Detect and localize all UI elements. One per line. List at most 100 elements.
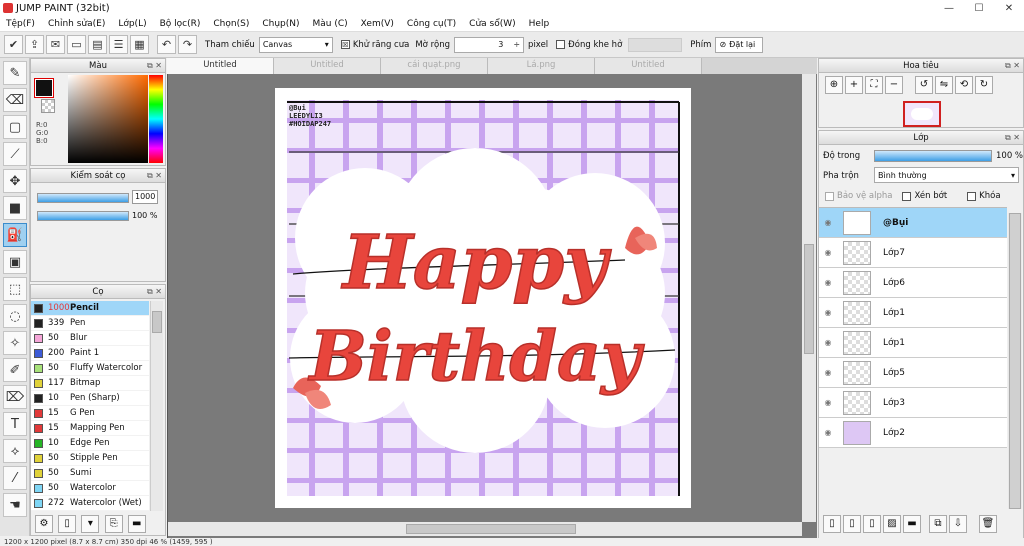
antialias-checkbox[interactable]: ☒ — [340, 40, 350, 49]
menu-capture[interactable]: Chụp(N) — [262, 19, 299, 29]
new-layer-3-icon[interactable]: ▯ — [863, 515, 881, 533]
layer-list-scrollbar[interactable] — [1008, 213, 1022, 509]
clipping-checkbox[interactable] — [902, 191, 912, 201]
hue-slider[interactable] — [149, 75, 163, 163]
brush-item[interactable]: 10 Pen (Sharp) — [31, 391, 149, 406]
brush-size-input[interactable]: 1000 — [132, 190, 158, 204]
rotate-right-icon[interactable]: ↻ — [975, 76, 993, 94]
color-picker-square[interactable] — [68, 75, 148, 163]
divide-tool-icon[interactable]: ⟡ — [3, 439, 27, 463]
brush-settings-icon[interactable]: ⚙ — [35, 515, 53, 533]
visibility-icon[interactable]: ◉ — [819, 218, 837, 227]
bucket-tool-icon[interactable]: ⛽ — [3, 223, 27, 247]
grid-icon[interactable]: ▦ — [130, 35, 149, 54]
text-tool-icon[interactable]: T — [3, 412, 27, 436]
marquee-tool-icon[interactable]: ⬚ — [3, 277, 27, 301]
brush-item[interactable]: 50 Fluffy Watercolor — [31, 361, 149, 376]
hand-tool-icon[interactable]: ☚ — [3, 493, 27, 517]
visibility-icon[interactable]: ◉ — [819, 368, 837, 377]
fill-rect-tool-icon[interactable]: ■ — [3, 196, 27, 220]
comment-icon[interactable]: ✉ — [46, 35, 65, 54]
brush-tool-icon[interactable]: ✎ — [3, 61, 27, 85]
zoom-fit-icon[interactable]: ⊕ — [825, 76, 843, 94]
menu-edit[interactable]: Chỉnh sửa(E) — [48, 19, 105, 29]
new-layer-icon[interactable]: ▯ — [823, 515, 841, 533]
flip-icon[interactable]: ⇋ — [935, 76, 953, 94]
close-button[interactable]: ✕ — [994, 0, 1024, 17]
gradient-tool-icon[interactable]: ▣ — [3, 250, 27, 274]
layer-row[interactable]: ◉ Lớp6 — [819, 268, 1007, 298]
navigator-preview[interactable] — [903, 101, 941, 127]
maximize-button[interactable]: ☐ — [964, 0, 994, 17]
brush-item[interactable]: 339 Pen — [31, 316, 149, 331]
layer-row[interactable]: ◉ Lớp1 — [819, 298, 1007, 328]
panel-controls-icon[interactable]: ⧉ ✕ — [147, 285, 162, 299]
brush-list-scrollbar[interactable] — [150, 301, 163, 511]
select-eraser-tool-icon[interactable]: ⌦ — [3, 385, 27, 409]
eraser-tool-icon[interactable]: ⌫ — [3, 88, 27, 112]
menu-color[interactable]: Màu (C) — [313, 19, 348, 29]
layer-row[interactable]: ◉ Lớp5 — [819, 358, 1007, 388]
tone-layer-icon[interactable]: ▨ — [883, 515, 901, 533]
protect-alpha-checkbox[interactable] — [825, 191, 834, 201]
menu-filter[interactable]: Bộ lọc(R) — [160, 19, 201, 29]
brush-item[interactable]: 200 Paint 1 — [31, 346, 149, 361]
menu-view[interactable]: Xem(V) — [361, 19, 394, 29]
brush-folder-icon[interactable]: ▬ — [127, 515, 146, 533]
copy-brush-icon[interactable]: ⎘ — [104, 515, 123, 533]
reset-view-icon[interactable]: ⟲ — [955, 76, 973, 94]
menu-file[interactable]: Tệp(F) — [6, 19, 35, 29]
minimize-button[interactable]: — — [934, 0, 964, 17]
tab-la[interactable]: Lá.png — [488, 58, 595, 74]
document-canvas[interactable]: Happy Birthday @Bụi LEEDYLI3 #HOIDAP247 — [275, 88, 691, 508]
layer-row[interactable]: ◉ Lớp3 — [819, 388, 1007, 418]
lasso-tool-icon[interactable]: ◌ — [3, 304, 27, 328]
line-tool-icon[interactable]: ⟋ — [3, 142, 27, 166]
tab-untitled-2[interactable]: Untitled — [274, 58, 381, 74]
brush-item[interactable]: 50 Stipple Pen — [31, 451, 149, 466]
reference-select[interactable]: Canvas ▾ — [258, 36, 333, 53]
panel-controls-icon[interactable]: ⧉ ✕ — [147, 59, 162, 73]
layer-row[interactable]: ◉ Lớp2 — [819, 418, 1007, 448]
rotate-left-icon[interactable]: ↺ — [915, 76, 933, 94]
visibility-icon[interactable]: ◉ — [819, 428, 837, 437]
reset-button[interactable]: ⊘ Đặt lại — [715, 36, 764, 53]
menu-help[interactable]: Help — [529, 19, 550, 29]
redo-icon[interactable]: ↷ — [178, 35, 197, 54]
canvas-vertical-scrollbar[interactable] — [802, 74, 816, 522]
menu-select[interactable]: Chọn(S) — [213, 19, 249, 29]
close-gap-checkbox[interactable] — [556, 40, 566, 49]
lock-checkbox[interactable] — [967, 191, 977, 201]
visibility-icon[interactable]: ◉ — [819, 338, 837, 347]
tab-untitled-3[interactable]: Untitled — [595, 58, 702, 74]
brush-opacity-slider[interactable] — [37, 211, 129, 221]
zoom-in-icon[interactable]: + — [845, 76, 863, 94]
tab-untitled-1[interactable]: Untitled — [167, 58, 274, 74]
move-tool-icon[interactable]: ✥ — [3, 169, 27, 193]
check-icon[interactable]: ✔ — [4, 35, 23, 54]
panel-controls-icon[interactable]: ⧉ ✕ — [1005, 59, 1020, 73]
undo-icon[interactable]: ↶ — [157, 35, 176, 54]
delete-layer-icon[interactable]: 🗑 — [979, 515, 997, 533]
new-brush-icon[interactable]: ▯ — [58, 515, 77, 533]
menu-tools[interactable]: Công cụ(T) — [407, 19, 456, 29]
visibility-icon[interactable]: ◉ — [819, 278, 837, 287]
zoom-actual-icon[interactable]: ⛶ — [865, 76, 883, 94]
brush-item[interactable]: 272 Watercolor (Wet) — [31, 496, 149, 511]
background-color-swatch[interactable] — [41, 99, 55, 113]
close-gap-slider[interactable] — [628, 37, 683, 52]
brush-menu-icon[interactable]: ▾ — [81, 515, 100, 533]
screen-icon[interactable]: ▭ — [67, 35, 86, 54]
export-icon[interactable]: ⇪ — [25, 35, 44, 54]
brush-item[interactable]: 1000 Pencil — [31, 301, 149, 316]
brush-item[interactable]: 15 Mapping Pen — [31, 421, 149, 436]
brush-item[interactable]: 15 G Pen — [31, 406, 149, 421]
brush-item[interactable]: 117 Bitmap — [31, 376, 149, 391]
brush-item[interactable]: 10 Edge Pen — [31, 436, 149, 451]
layer-row[interactable]: ◉ @Bụi — [819, 208, 1007, 238]
menu-layer[interactable]: Lớp(L) — [118, 19, 146, 29]
new-layer-2-icon[interactable]: ▯ — [843, 515, 861, 533]
brush-size-slider[interactable] — [37, 193, 129, 203]
visibility-icon[interactable]: ◉ — [819, 248, 837, 257]
canvas-horizontal-scrollbar[interactable] — [168, 522, 802, 536]
